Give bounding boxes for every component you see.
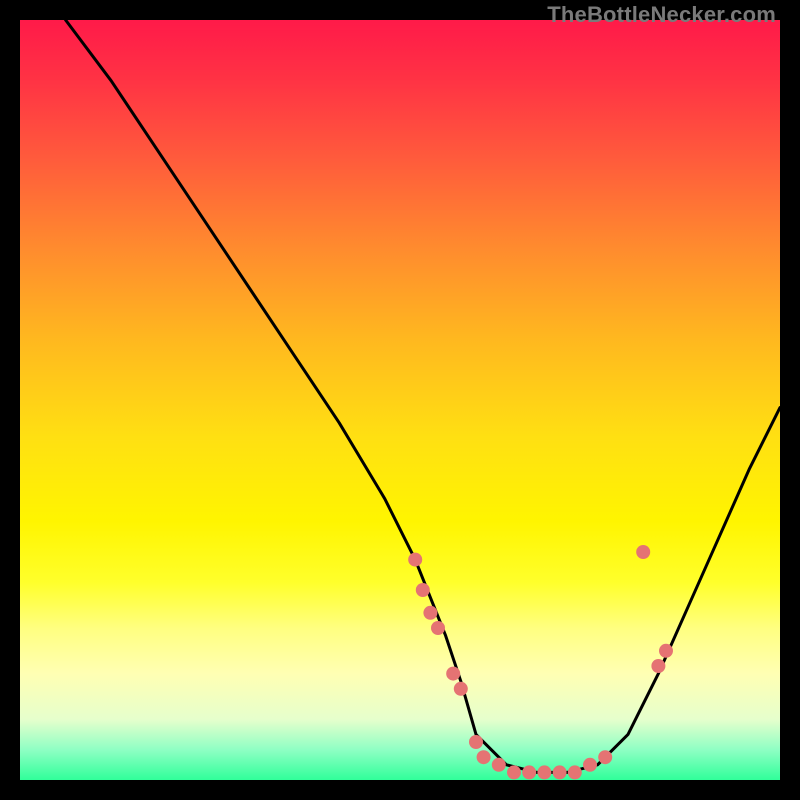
data-marker <box>423 606 437 620</box>
data-marker <box>522 765 536 779</box>
data-marker <box>446 667 460 681</box>
data-marker <box>454 682 468 696</box>
data-marker <box>477 750 491 764</box>
data-marker <box>408 553 422 567</box>
marker-group <box>408 545 673 779</box>
chart-overlay <box>20 20 780 780</box>
data-marker <box>431 621 445 635</box>
data-marker <box>636 545 650 559</box>
data-marker <box>651 659 665 673</box>
data-marker <box>598 750 612 764</box>
data-marker <box>507 765 521 779</box>
data-marker <box>469 735 483 749</box>
data-marker <box>492 758 506 772</box>
data-marker <box>583 758 597 772</box>
bottleneck-curve <box>66 20 780 772</box>
data-marker <box>553 765 567 779</box>
data-marker <box>416 583 430 597</box>
data-marker <box>537 765 551 779</box>
data-marker <box>659 644 673 658</box>
data-marker <box>568 765 582 779</box>
chart-frame: TheBottleNecker.com <box>0 0 800 800</box>
